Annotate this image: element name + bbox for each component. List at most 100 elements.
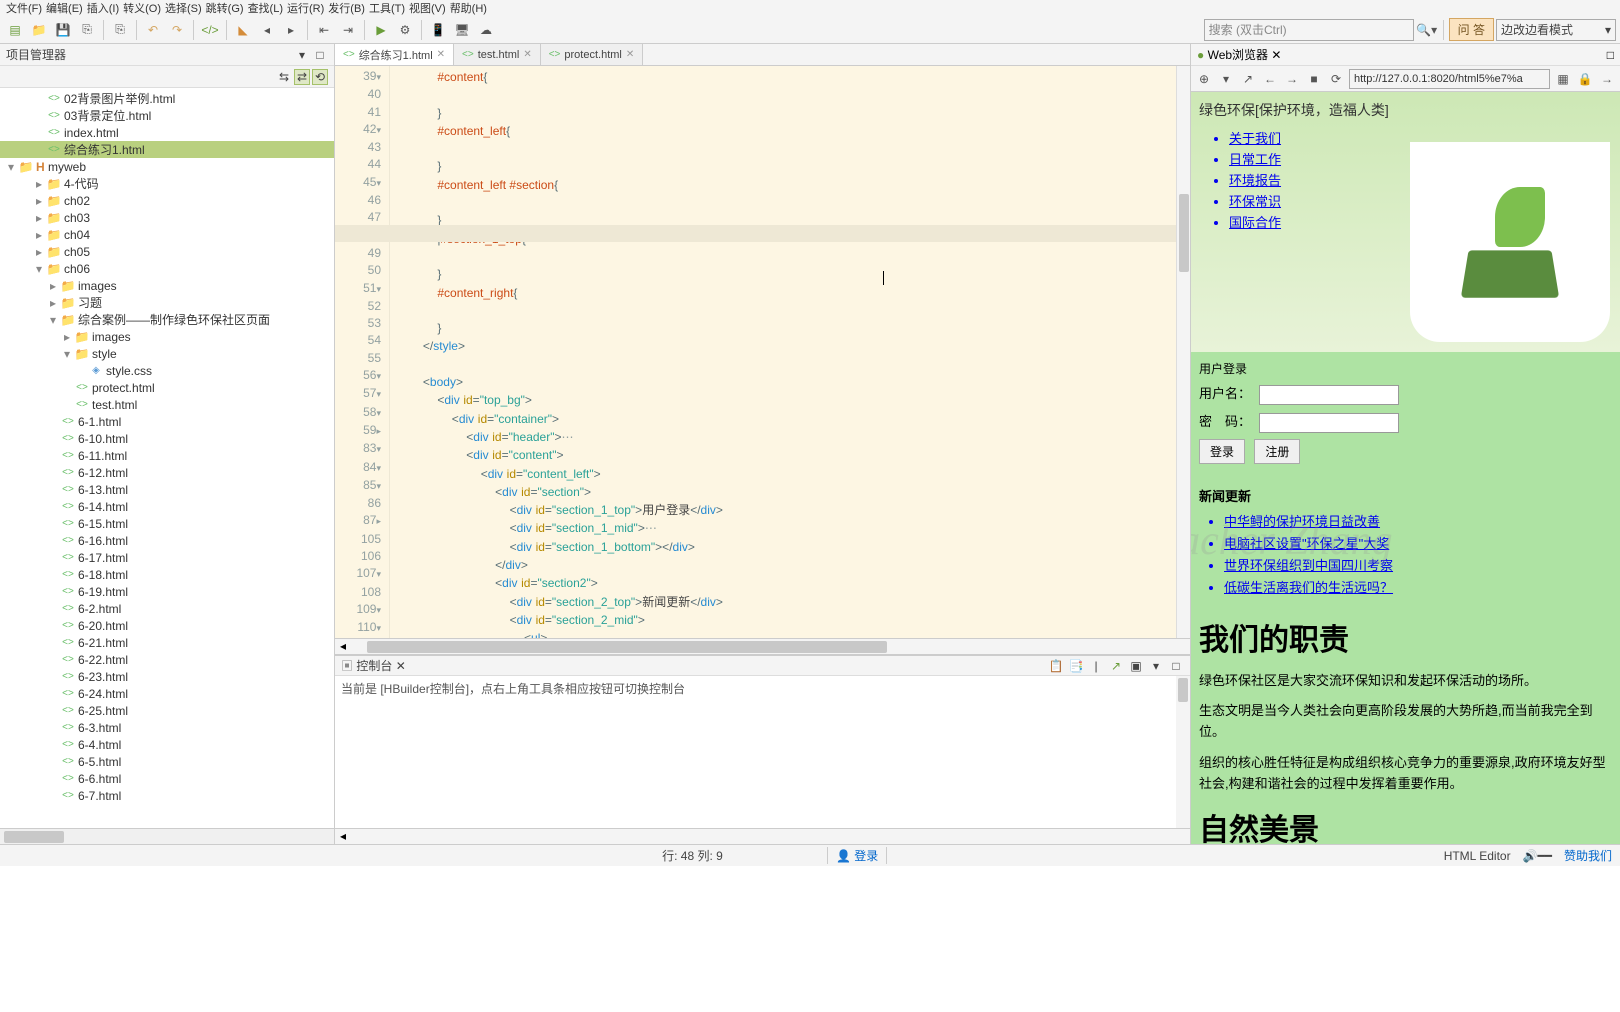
external-icon[interactable]: ↗ [1239,70,1257,88]
tree-item[interactable]: <>6-6.html [0,770,334,787]
tree-item[interactable]: ▸📁ch02 [0,192,334,209]
close-icon[interactable]: ✕ [523,49,531,60]
tree-item[interactable]: <>03背景定位.html [0,107,334,124]
collapse-icon[interactable]: ⇆ [276,69,292,85]
run-icon[interactable]: ▶ [370,19,392,41]
preview-frame[interactable]: Teacher Zhang 绿色环保[保护环境，造福人类] 关于我们日常工作环境… [1191,92,1620,844]
tree-item[interactable]: <>6-16.html [0,532,334,549]
con-tool-icon[interactable]: 📑 [1068,658,1084,674]
close-icon[interactable]: ✕ [437,49,445,60]
con-tool-icon[interactable]: | [1088,658,1104,674]
save-all-icon[interactable]: ⎘ [76,19,98,41]
editor-tab[interactable]: <>综合练习1.html✕ [335,44,454,65]
next-bookmark-icon[interactable]: ▸ [280,19,302,41]
register-button[interactable]: 注册 [1254,439,1300,464]
menu-item[interactable]: 工具(T) [369,0,405,16]
tree-item[interactable]: <>6-2.html [0,600,334,617]
news-link[interactable]: 低碳生活离我们的生活远吗？ [1224,577,1612,596]
stop-icon[interactable]: ■ [1305,70,1323,88]
tree-item[interactable]: <>6-1.html [0,413,334,430]
copy-icon[interactable]: ⎘ [109,19,131,41]
tree-item[interactable]: <>6-18.html [0,566,334,583]
close-icon[interactable]: ✕ [626,49,634,60]
menu-item[interactable]: 查找(L) [248,0,283,16]
con-tool-icon[interactable]: ▣ [1128,658,1144,674]
tree-item[interactable]: ▾📁综合案例——制作绿色环保社区页面 [0,311,334,328]
menu-item[interactable]: 文件(F) [6,0,42,16]
console-scrollbar[interactable] [1176,676,1190,828]
tree-item[interactable]: ▾📁ch06 [0,260,334,277]
tree-item[interactable]: ▾📁H myweb [0,158,334,175]
menu-item[interactable]: 选择(S) [165,0,202,16]
back-icon[interactable]: ← [1261,70,1279,88]
save-icon[interactable]: 💾 [52,19,74,41]
tree-item[interactable]: <>6-24.html [0,685,334,702]
con-tool-icon[interactable]: ▾ [1148,658,1164,674]
tree-item[interactable]: ▸📁ch04 [0,226,334,243]
tree-item[interactable]: <>6-17.html [0,549,334,566]
forward-icon[interactable]: → [1283,70,1301,88]
tree-item[interactable]: <>6-22.html [0,651,334,668]
tree-scrollbar[interactable] [0,828,334,844]
tree-item[interactable]: <>6-21.html [0,634,334,651]
tree-item[interactable]: ▾📁style [0,345,334,362]
menu-item[interactable]: 跳转(G) [206,0,244,16]
dropdown-icon[interactable]: ▾ [1217,70,1235,88]
min-icon[interactable]: □ [1607,48,1614,62]
tree-item[interactable]: ▸📁images [0,277,334,294]
outdent-icon[interactable]: ⇤ [313,19,335,41]
con-tool-icon[interactable]: □ [1168,658,1184,674]
undo-icon[interactable]: ↶ [142,19,164,41]
tree-item[interactable]: <>6-25.html [0,702,334,719]
config-icon[interactable]: ⚙ [394,19,416,41]
lock-icon[interactable]: 🔒 [1576,70,1594,88]
console-output[interactable]: 当前是 [HBuilder控制台]，点右上角工具条相应按钮可切换控制台 [335,676,1190,828]
tree-item[interactable]: <>6-10.html [0,430,334,447]
login-button[interactable]: 登录 [1199,439,1245,464]
menu-item[interactable]: 帮助(H) [450,0,487,16]
tag-icon[interactable]: </> [199,19,221,41]
tree-item[interactable]: <>6-3.html [0,719,334,736]
menu-item[interactable]: 编辑(E) [46,0,83,16]
console-hscrollbar[interactable]: ◂ [335,828,1190,844]
tree-item[interactable]: <>6-4.html [0,736,334,753]
open-icon[interactable]: 📁 [28,19,50,41]
con-tool-icon[interactable]: 📋 [1048,658,1064,674]
bookmark-icon[interactable]: ◣ [232,19,254,41]
tree-item[interactable]: <>6-23.html [0,668,334,685]
qa-button[interactable]: 问 答 [1449,18,1494,41]
tree-item[interactable]: <>6-14.html [0,498,334,515]
editor-hscrollbar[interactable]: ◂ [335,638,1190,654]
tree-item[interactable]: <>protect.html [0,379,334,396]
global-search-input[interactable]: 搜索 (双击Ctrl) [1204,19,1414,41]
tree-item[interactable]: <>test.html [0,396,334,413]
menu-item[interactable]: 转义(O) [123,0,161,16]
globe-icon[interactable]: ⊕ [1195,70,1213,88]
sync-icon[interactable]: ⟲ [312,69,328,85]
new-icon[interactable]: ▤ [4,19,26,41]
tree-item[interactable]: ◈style.css [0,362,334,379]
tree-item[interactable]: <>6-5.html [0,753,334,770]
cloud-icon[interactable]: ☁ [475,19,497,41]
link-icon[interactable]: ⇄ [294,69,310,85]
menu-item[interactable]: 发行(B) [328,0,365,16]
refresh-icon[interactable]: ⟳ [1327,70,1345,88]
desktop-icon[interactable]: 🖥 [451,19,473,41]
indent-icon[interactable]: ⇥ [337,19,359,41]
sponsor-link[interactable]: 赞助我们 [1564,847,1612,864]
go-icon[interactable]: → [1598,70,1616,88]
tree-item[interactable]: ▸📁ch05 [0,243,334,260]
tree-item[interactable]: ▸📁ch03 [0,209,334,226]
news-link[interactable]: 世界环保组织到中国四川考察 [1224,555,1612,574]
view-mode-select[interactable]: 边改边看模式▾ [1496,19,1616,41]
file-tree[interactable]: <>02背景图片举例.html<>03背景定位.html<>index.html… [0,88,334,828]
login-link[interactable]: 登录 [854,849,878,863]
menu-item[interactable]: 视图(V) [409,0,446,16]
tree-item[interactable]: <>6-13.html [0,481,334,498]
qr-icon[interactable]: ▦ [1554,70,1572,88]
username-input[interactable] [1259,385,1399,405]
code-editor[interactable]: 39▾40 41 42▾43 44 45▾46 47 48▾49 50 51▾5… [335,66,1190,638]
redo-icon[interactable]: ↷ [166,19,188,41]
news-link[interactable]: 电脑社区设置"环保之星"大奖 [1224,533,1612,552]
editor-vscrollbar[interactable] [1176,66,1190,638]
